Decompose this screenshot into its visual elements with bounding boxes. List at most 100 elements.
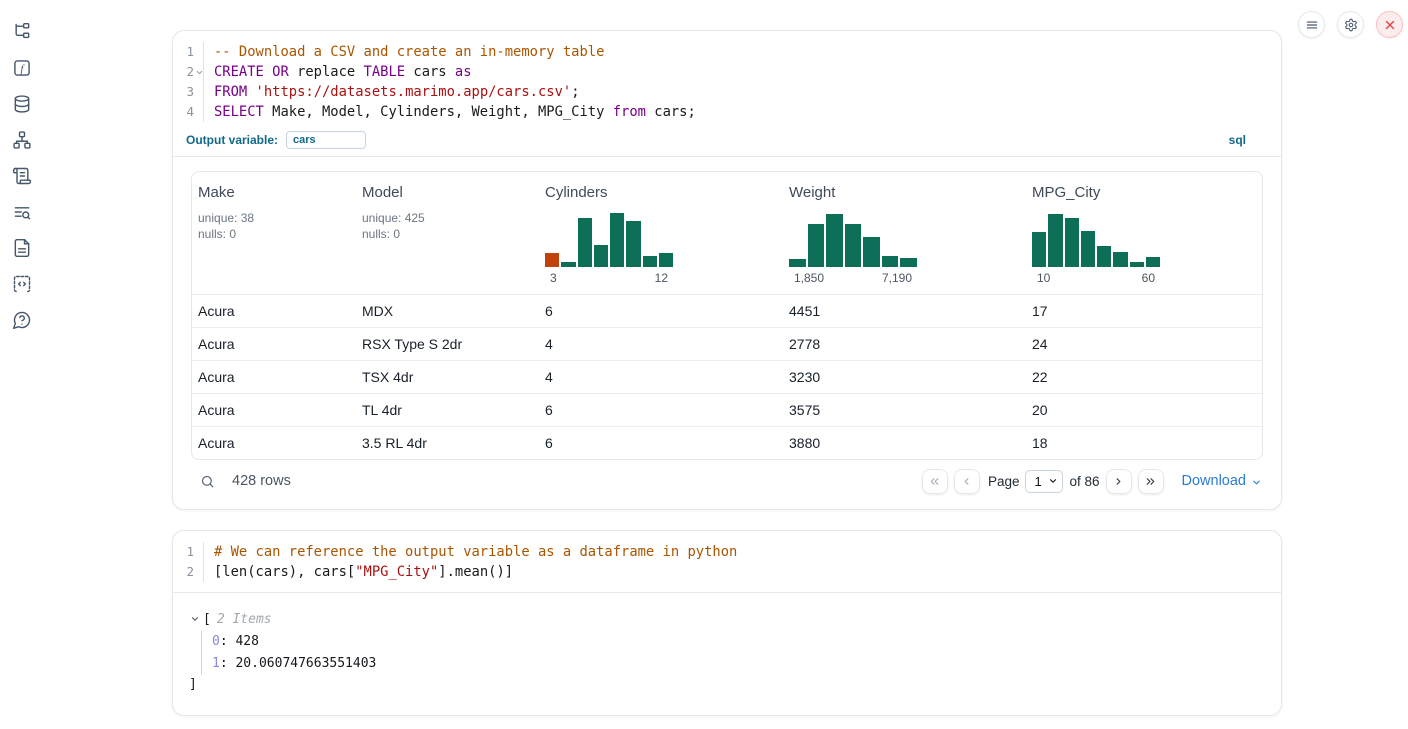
table-row[interactable]: Acura3.5 RL 4dr6388018 bbox=[192, 426, 1262, 459]
histogram-bar bbox=[845, 224, 862, 267]
line-number: 1 bbox=[173, 42, 203, 62]
code-line: -- Download a CSV and create an in-memor… bbox=[214, 42, 696, 62]
previous-page-button[interactable] bbox=[954, 469, 980, 494]
histogram-bar bbox=[1146, 257, 1160, 267]
line-number: 3 bbox=[173, 82, 203, 102]
list-open-bracket: [ bbox=[203, 612, 211, 627]
unique-stat: unique: 425 bbox=[362, 210, 533, 226]
sidebar: f bbox=[0, 0, 44, 331]
row-count: 428 rows bbox=[232, 473, 291, 489]
snippets-icon[interactable] bbox=[11, 272, 34, 295]
table-row[interactable]: AcuraTL 4dr6357520 bbox=[192, 393, 1262, 426]
histogram-bar bbox=[1081, 231, 1095, 267]
column-header-model[interactable]: Model unique: 425nulls: 0 bbox=[356, 172, 539, 294]
list-close-bracket: ] bbox=[173, 675, 1281, 695]
chevron-down-icon bbox=[1048, 476, 1058, 486]
output-variable-input[interactable]: cars bbox=[286, 131, 366, 149]
line-number: 2 bbox=[173, 62, 203, 82]
column-header-mpg-city[interactable]: MPG_City 1060 bbox=[1026, 172, 1262, 294]
weight-histogram: 1,850 7,190 bbox=[789, 212, 917, 285]
first-page-button[interactable] bbox=[922, 469, 948, 494]
hist-min: 10 bbox=[1037, 271, 1050, 285]
column-header-cylinders[interactable]: Cylinders 312 bbox=[539, 172, 783, 294]
next-page-button[interactable] bbox=[1106, 469, 1132, 494]
code-line: # We can reference the output variable a… bbox=[214, 542, 737, 562]
histogram-bar bbox=[1032, 232, 1046, 267]
line-number: 2 bbox=[173, 562, 203, 582]
histogram-bar bbox=[561, 262, 575, 268]
page-label: Page bbox=[988, 474, 1020, 489]
dependency-graph-icon[interactable] bbox=[11, 128, 34, 151]
histogram-bar bbox=[578, 218, 592, 268]
hist-min: 3 bbox=[550, 271, 557, 285]
mpg-city-histogram: 10 60 bbox=[1032, 212, 1160, 285]
histogram-bar bbox=[900, 258, 917, 267]
sql-code[interactable]: -- Download a CSV and create an in-memor… bbox=[204, 42, 696, 122]
sql-cell: 1 2 3 4 -- Download a CSV and create an … bbox=[172, 30, 1282, 510]
hist-min: 1,850 bbox=[794, 271, 824, 285]
column-header-make[interactable]: Make unique: 38nulls: 0 bbox=[192, 172, 356, 294]
last-page-button[interactable] bbox=[1138, 469, 1164, 494]
line-number: 4 bbox=[173, 102, 203, 122]
histogram-bar bbox=[643, 256, 657, 267]
help-icon[interactable] bbox=[11, 308, 34, 331]
collapse-chevron-icon[interactable] bbox=[190, 614, 200, 624]
histogram-bar bbox=[863, 237, 880, 267]
histogram-bar bbox=[789, 259, 806, 267]
nulls-stat: nulls: 0 bbox=[362, 226, 533, 242]
hist-max: 60 bbox=[1142, 271, 1155, 285]
logs-search-icon[interactable] bbox=[11, 200, 34, 223]
python-code[interactable]: # We can reference the output variable a… bbox=[204, 542, 737, 582]
table-footer: 428 rows Page 1 of 86 bbox=[191, 468, 1263, 494]
download-button[interactable]: Download bbox=[1182, 473, 1263, 489]
database-icon[interactable] bbox=[11, 92, 34, 115]
table-header: Make unique: 38nulls: 0 Model unique: 42… bbox=[192, 172, 1262, 294]
histogram-bar bbox=[1097, 246, 1111, 267]
search-icon[interactable] bbox=[200, 474, 215, 489]
code-line: CREATE OR replace TABLE cars as bbox=[214, 62, 696, 82]
column-header-weight[interactable]: Weight 1,8507,190 bbox=[783, 172, 1026, 294]
settings-button[interactable] bbox=[1337, 11, 1364, 38]
scratchpad-icon[interactable] bbox=[11, 164, 34, 187]
file-tree-icon[interactable] bbox=[11, 20, 34, 43]
menu-button[interactable] bbox=[1298, 11, 1325, 38]
page-select[interactable]: 1 bbox=[1025, 470, 1063, 493]
line-number-gutter: 1 2 3 4 bbox=[173, 42, 204, 122]
histogram-bar bbox=[826, 214, 843, 267]
table-row[interactable]: AcuraTSX 4dr4323022 bbox=[192, 360, 1262, 393]
table-row[interactable]: AcuraRSX Type S 2dr4277824 bbox=[192, 327, 1262, 360]
histogram-bar bbox=[882, 256, 899, 267]
sql-code-editor[interactable]: 1 2 3 4 -- Download a CSV and create an … bbox=[173, 31, 1281, 128]
close-button[interactable] bbox=[1376, 11, 1403, 38]
histogram-bar bbox=[626, 221, 640, 267]
hist-max: 7,190 bbox=[882, 271, 912, 285]
sql-output-area: Make unique: 38nulls: 0 Model unique: 42… bbox=[173, 157, 1281, 509]
unique-stat: unique: 38 bbox=[198, 210, 350, 226]
histogram-bar bbox=[1048, 214, 1062, 267]
histogram-bar bbox=[808, 224, 825, 267]
data-table: Make unique: 38nulls: 0 Model unique: 42… bbox=[191, 171, 1263, 460]
nulls-stat: nulls: 0 bbox=[198, 226, 350, 242]
list-items-count: 2 Items bbox=[217, 612, 272, 627]
histogram-bar bbox=[610, 213, 624, 267]
notebook: 1 2 3 4 -- Download a CSV and create an … bbox=[172, 30, 1282, 716]
histogram-bar bbox=[594, 245, 608, 267]
language-badge[interactable]: sql bbox=[1229, 133, 1246, 147]
svg-text:f: f bbox=[20, 62, 25, 74]
documentation-icon[interactable] bbox=[11, 236, 34, 259]
histogram-bar bbox=[1130, 262, 1144, 268]
fold-chevron-icon[interactable] bbox=[195, 68, 204, 77]
window-controls bbox=[1298, 11, 1403, 38]
list-item: 0: 428 bbox=[212, 631, 1281, 653]
code-line: [len(cars), cars["MPG_City"].mean()] bbox=[214, 562, 737, 582]
table-row[interactable]: AcuraMDX6445117 bbox=[192, 294, 1262, 327]
python-code-editor[interactable]: 1 2 # We can reference the output variab… bbox=[173, 531, 1281, 592]
python-cell: 1 2 # We can reference the output variab… bbox=[172, 530, 1282, 716]
line-number: 1 bbox=[173, 542, 203, 562]
python-output-area: [ 2 Items 0: 428 1: 20.060747663551403 ] bbox=[173, 593, 1281, 715]
histogram-bar bbox=[1065, 218, 1079, 268]
chevron-down-icon bbox=[1251, 477, 1262, 488]
code-line: SELECT Make, Model, Cylinders, Weight, M… bbox=[214, 102, 696, 122]
histogram-bar bbox=[1113, 252, 1127, 267]
functions-icon[interactable]: f bbox=[11, 56, 34, 79]
